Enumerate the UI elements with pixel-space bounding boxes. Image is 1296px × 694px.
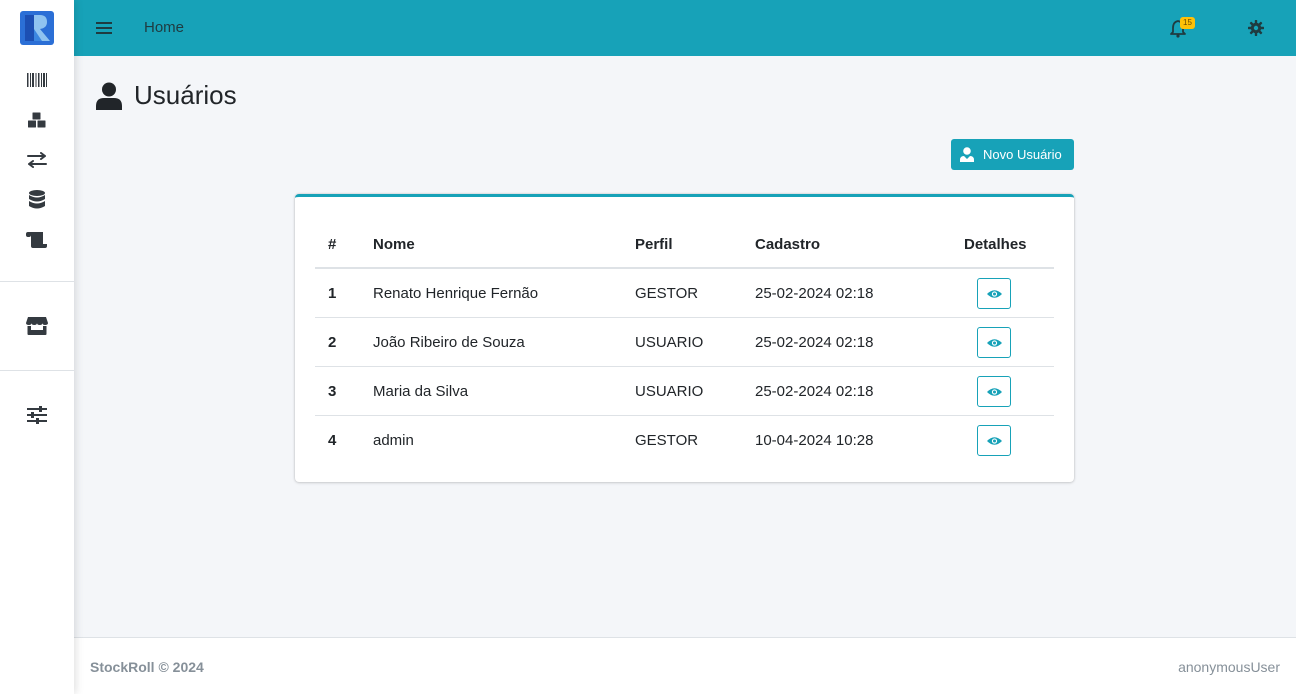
details-button[interactable] — [977, 376, 1011, 407]
scroll-icon — [26, 232, 47, 248]
table-row: 1 Renato Henrique Fernão GESTOR 25-02-20… — [315, 269, 1054, 318]
sidebar-item-reports[interactable] — [0, 220, 74, 260]
notification-badge: 15 — [1180, 17, 1195, 29]
row-created: 10-04-2024 10:28 — [755, 432, 874, 449]
barcode-icon — [27, 73, 47, 87]
sidebar-item-movements[interactable] — [0, 140, 74, 180]
database-icon — [29, 190, 45, 209]
header-details: Detalhes — [964, 236, 1027, 253]
header-profile: Perfil — [635, 236, 673, 253]
table-row: 3 Maria da Silva USUARIO 25-02-2024 02:1… — [315, 367, 1054, 416]
row-profile: USUARIO — [635, 382, 704, 400]
row-created: 25-02-2024 02:18 — [755, 333, 874, 351]
row-name: João Ribeiro de Souza — [373, 333, 525, 351]
eye-icon — [986, 289, 1002, 298]
sidebar-item-stock[interactable] — [0, 100, 74, 140]
sidebar-item-settings[interactable] — [0, 395, 74, 435]
row-name: admin — [373, 432, 414, 449]
row-num: 2 — [328, 333, 337, 351]
details-button[interactable] — [977, 278, 1011, 309]
header-name: Nome — [373, 236, 415, 253]
page-title: Usuários — [96, 80, 237, 111]
exchange-icon — [27, 152, 47, 168]
topbar: Home 15 — [74, 0, 1296, 56]
logo-icon — [20, 11, 54, 45]
details-button[interactable] — [977, 327, 1011, 358]
page-title-text: Usuários — [134, 80, 237, 110]
header-created: Cadastro — [755, 236, 821, 253]
row-created: 25-02-2024 02:18 — [755, 382, 874, 400]
eye-icon — [986, 338, 1002, 347]
row-num: 4 — [328, 432, 337, 449]
row-num: 1 — [328, 284, 337, 302]
boxes-icon — [27, 111, 47, 129]
row-profile: USUARIO — [635, 333, 704, 351]
home-link[interactable]: Home — [144, 19, 184, 36]
sidebar — [0, 0, 74, 694]
new-user-label: Novo Usuário — [983, 147, 1062, 162]
eye-icon — [986, 387, 1002, 396]
footer-user: anonymousUser — [1178, 659, 1280, 675]
table-header: # Nome Perfil Cadastro Detalhes — [315, 222, 1054, 269]
footer-brand: StockRoll © 2024 — [90, 659, 204, 675]
user-tie-icon — [960, 147, 974, 162]
row-created: 25-02-2024 02:18 — [755, 284, 874, 302]
header-num: # — [328, 236, 337, 253]
table-row: 4 admin GESTOR 10-04-2024 10:28 — [315, 416, 1054, 465]
sliders-icon — [27, 406, 47, 424]
new-user-button[interactable]: Novo Usuário — [951, 139, 1074, 170]
table-row: 2 João Ribeiro de Souza USUARIO 25-02-20… — [315, 318, 1054, 367]
sidebar-item-products[interactable] — [0, 60, 74, 100]
row-name: Maria da Silva — [373, 382, 469, 400]
hamburger-icon[interactable] — [96, 19, 112, 37]
store-icon — [26, 317, 48, 335]
users-table: # Nome Perfil Cadastro Detalhes 1 Renato… — [315, 222, 1054, 465]
row-profile: GESTOR — [635, 432, 699, 449]
details-button[interactable] — [977, 425, 1011, 456]
row-name: Renato Henrique Fernão — [373, 284, 539, 302]
row-num: 3 — [328, 382, 337, 400]
user-icon — [96, 82, 122, 110]
footer: StockRoll © 2024 anonymousUser — [74, 637, 1296, 694]
row-profile: GESTOR — [635, 284, 699, 302]
sidebar-item-store[interactable] — [0, 306, 74, 346]
sidebar-item-database[interactable] — [0, 180, 74, 220]
eye-icon — [986, 436, 1002, 445]
gear-icon[interactable] — [1248, 20, 1264, 36]
users-card: # Nome Perfil Cadastro Detalhes 1 Renato… — [295, 194, 1074, 482]
brand-logo[interactable] — [0, 0, 74, 56]
